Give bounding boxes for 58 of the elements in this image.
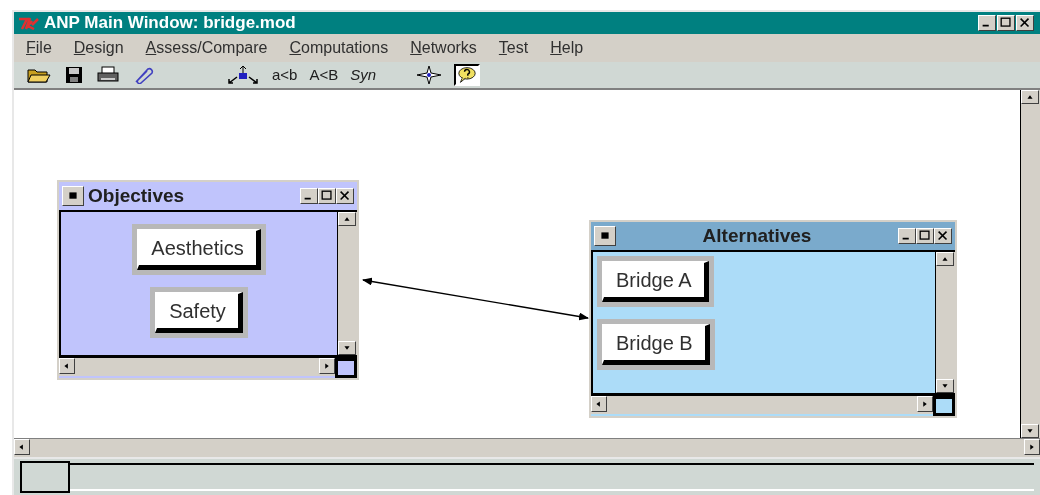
node-button[interactable]: Safety	[155, 292, 243, 333]
horizontal-scrollbar[interactable]	[59, 358, 335, 376]
save-icon[interactable]	[64, 66, 84, 84]
node-button[interactable]: Aesthetics	[137, 229, 261, 270]
scroll-left-icon[interactable]	[14, 439, 30, 455]
menu-item[interactable]: File	[26, 36, 52, 60]
vertical-scrollbar[interactable]	[1020, 90, 1040, 438]
paperclip-icon[interactable]	[132, 66, 154, 84]
maximize-icon[interactable]	[997, 15, 1015, 31]
scroll-left-icon[interactable]	[591, 396, 607, 412]
network-icon[interactable]	[226, 65, 260, 85]
scroll-right-icon[interactable]	[1024, 439, 1040, 455]
close-icon[interactable]	[934, 228, 952, 244]
tk-logo-icon	[18, 16, 40, 30]
menu-item[interactable]: Design	[73, 36, 124, 60]
minimize-icon[interactable]	[978, 15, 996, 31]
node-button[interactable]: Bridge A	[602, 261, 709, 302]
scroll-down-icon[interactable]	[1021, 424, 1039, 438]
comparison-mode-button[interactable]: A<B	[309, 63, 339, 87]
vertical-scrollbar[interactable]	[337, 212, 357, 355]
open-folder-icon[interactable]	[26, 66, 52, 84]
menu-item[interactable]: Assess/Compare	[145, 36, 268, 60]
help-bubble-icon[interactable]	[454, 64, 481, 86]
scroll-down-icon[interactable]	[936, 379, 954, 393]
vertical-scrollbar[interactable]	[935, 252, 955, 393]
maximize-icon[interactable]	[916, 228, 934, 244]
minimize-icon[interactable]	[300, 188, 318, 204]
close-icon[interactable]	[336, 188, 354, 204]
cluster-window[interactable]: Objectives Aesthetics Safety	[57, 180, 359, 380]
scroll-left-icon[interactable]	[59, 358, 75, 374]
scroll-down-icon[interactable]	[338, 341, 356, 355]
scroll-right-icon[interactable]	[319, 358, 335, 374]
compass-icon[interactable]	[416, 65, 443, 85]
scroll-up-icon[interactable]	[1021, 90, 1039, 104]
horizontal-scrollbar[interactable]	[591, 396, 933, 414]
close-icon[interactable]	[1016, 15, 1034, 31]
minimize-icon[interactable]	[898, 228, 916, 244]
window-menu-icon[interactable]	[594, 226, 616, 246]
menu-item[interactable]: Computations	[289, 36, 389, 60]
cluster-title: Objectives	[88, 183, 186, 208]
scroll-up-icon[interactable]	[338, 212, 356, 226]
window-menu-icon[interactable]	[62, 186, 84, 206]
scroll-right-icon[interactable]	[917, 396, 933, 412]
comparison-mode-button[interactable]: Syn	[350, 63, 377, 87]
horizontal-scrollbar[interactable]	[14, 439, 1040, 457]
node-button[interactable]: Bridge B	[602, 324, 710, 365]
size-grip[interactable]	[335, 358, 357, 378]
cluster-title: Alternatives	[701, 223, 813, 248]
cluster-window[interactable]: Alternatives Bridge A Bridge B	[589, 220, 957, 418]
maximize-icon[interactable]	[318, 188, 336, 204]
scroll-up-icon[interactable]	[936, 252, 954, 266]
menu-item[interactable]: Networks	[410, 36, 477, 60]
comparison-mode-button[interactable]: a<b	[272, 63, 298, 87]
menu-item[interactable]: Help	[550, 36, 584, 60]
printer-icon[interactable]	[96, 66, 120, 84]
menu-item[interactable]: Test	[498, 36, 529, 60]
window-title: ANP Main Window: bridge.mod	[44, 12, 297, 35]
size-grip[interactable]	[933, 396, 955, 416]
